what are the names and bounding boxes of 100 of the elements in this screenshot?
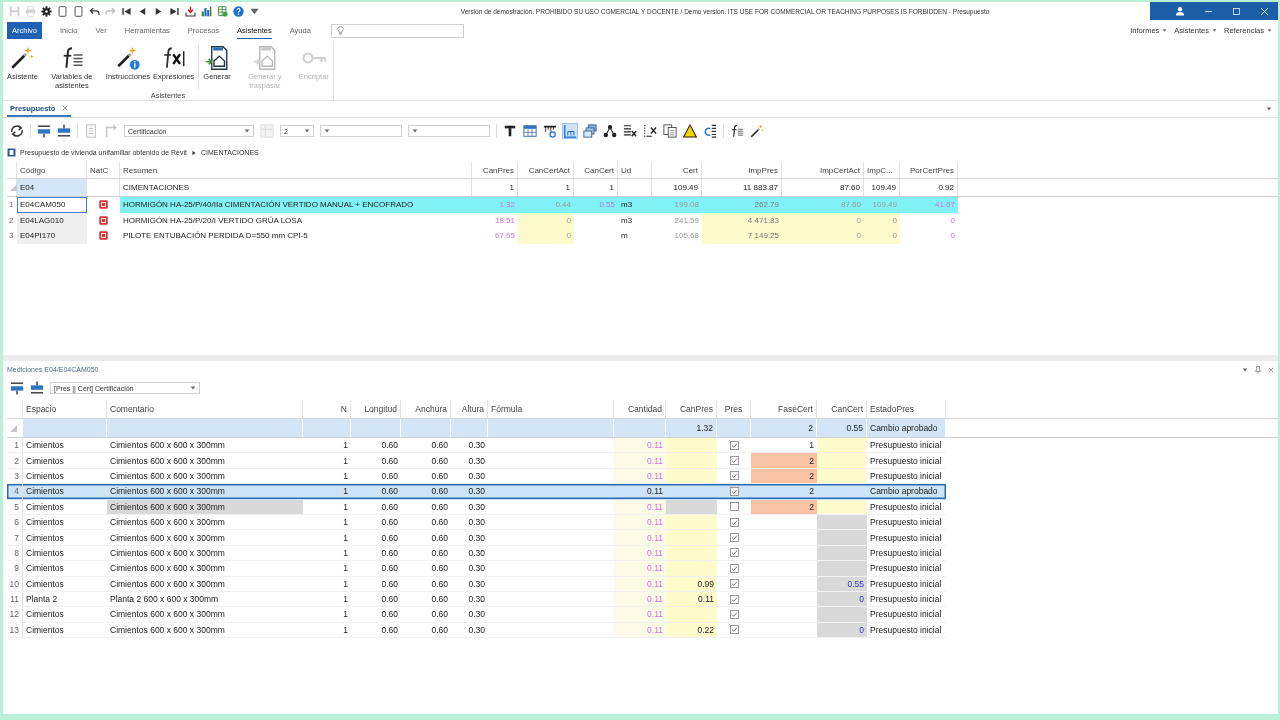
checkbox[interactable]	[729, 502, 739, 512]
table-icon[interactable]	[523, 124, 537, 138]
column-header[interactable]: Espacio	[23, 400, 107, 418]
checkbox[interactable]	[729, 456, 739, 466]
column-header[interactable]: Longitud	[351, 400, 401, 418]
checkbox[interactable]	[729, 486, 739, 496]
magic-wand-icon[interactable]	[750, 124, 764, 138]
gear-icon[interactable]	[41, 5, 52, 17]
table-row[interactable]: 5 Cimientos Cimientos 600 x 600 x 300mm 1 0.60 0.60 0.30 0.11 2 Presupuesto inicial	[7, 499, 946, 515]
row-number: 1	[7, 438, 23, 453]
table-row[interactable]: 9 Cimientos Cimientos 600 x 600 x 300mm 1 0.60 0.60 0.30 0.11 Presupuesto inicial	[7, 561, 946, 577]
caret-down-icon[interactable]	[1242, 366, 1248, 373]
column-header[interactable]: Código	[17, 162, 87, 178]
skip-forward-icon[interactable]	[169, 5, 180, 17]
column-header[interactable]: Anchura	[401, 400, 451, 418]
table-row[interactable]: 4 Cimientos Cimientos 600 x 600 x 300mm 1 0.60 0.60 0.30 0.11 2 Cambio aprobado	[7, 484, 946, 500]
close-icon[interactable]	[1268, 366, 1274, 373]
checkbox[interactable]	[729, 610, 739, 619]
table-cell: 109.49	[652, 179, 702, 196]
checkbox[interactable]	[729, 471, 739, 481]
column-header[interactable]: FaseCert	[751, 400, 817, 418]
pin-icon[interactable]	[1254, 365, 1262, 374]
undo-icon[interactable]	[89, 5, 100, 17]
column-header[interactable]: CanCert	[817, 400, 867, 418]
column-header[interactable]: CanPres	[472, 162, 518, 178]
column-header[interactable]: CanCertAct	[518, 162, 574, 178]
checkbox[interactable]	[729, 548, 739, 558]
column-header[interactable]: Cantidad	[614, 400, 666, 418]
table-row[interactable]: 10 Cimientos Cimientos 600 x 600 x 300mm 1 0.60 0.60 0.30 0.11 0.99 0.55 Presupuesto inicial	[7, 576, 946, 592]
caret-down-icon[interactable]	[1266, 106, 1272, 112]
table-cell-text: 105.68	[673, 230, 700, 243]
checkbox[interactable]	[729, 440, 739, 450]
ruler-icon[interactable]	[543, 124, 557, 138]
checkbox[interactable]	[729, 563, 739, 573]
copy-icon[interactable]	[663, 124, 677, 138]
column-header[interactable]: ImpC...	[864, 162, 900, 178]
table-row[interactable]: 2 Cimientos Cimientos 600 x 600 x 300mm 1 0.60 0.60 0.30 0.11 2 Presupuesto inicial	[7, 453, 946, 469]
page-icon[interactable]	[73, 5, 84, 17]
bars-icon[interactable]	[703, 124, 717, 138]
function-list-icon[interactable]	[730, 124, 744, 138]
column-header[interactable]: Altura	[451, 400, 488, 418]
column-header[interactable]: EstadoPres	[867, 400, 946, 418]
table-row[interactable]: 6 Cimientos Cimientos 600 x 600 x 300mm 1 0.60 0.60 0.30 0.11 Presupuesto inicial	[7, 514, 946, 531]
column-header[interactable]: Pres	[717, 400, 751, 418]
nodes-icon[interactable]	[603, 124, 617, 138]
table-cell-text: 1	[342, 546, 349, 560]
table-row[interactable]: 11 Planta 2 Planta 2 600 x 600 x 300mm 1 0.60 0.60 0.30 0.11 0.11 0 Presupuesto inicial	[7, 591, 946, 608]
close-icon[interactable]	[62, 105, 69, 111]
row-number: 4	[7, 484, 23, 499]
row-number: 10	[7, 576, 23, 591]
download-icon[interactable]	[185, 5, 196, 17]
skip-back-icon[interactable]	[121, 5, 132, 17]
insert-row-icon[interactable]	[57, 124, 71, 138]
user-icon[interactable]	[1175, 6, 1186, 16]
column-header[interactable]: Resumen	[120, 162, 472, 178]
column-header[interactable]: CanPres	[666, 400, 717, 418]
checkbox[interactable]	[729, 625, 739, 635]
table-cell: 0.55	[574, 197, 618, 213]
list-delete-icon[interactable]	[623, 124, 637, 138]
column-header[interactable]: ImpCertAct	[782, 162, 864, 178]
column-header[interactable]: Ud	[618, 162, 652, 178]
warning-icon[interactable]	[683, 124, 697, 138]
spreadsheet-icon[interactable]	[217, 5, 228, 17]
table-cell-text: 0.60	[380, 562, 399, 576]
column-header[interactable]: Fórmula	[488, 400, 614, 418]
checkbox[interactable]	[729, 517, 739, 527]
column-header[interactable]: NatC	[87, 162, 120, 178]
table-row[interactable]: 13 Cimientos Cimientos 600 x 600 x 300mm 1 0.60 0.60 0.30 0.11 0.22 0 Presupuesto inicial	[7, 622, 946, 639]
column-header[interactable]: CanCert	[574, 162, 618, 178]
table-cell: 0.11	[614, 561, 666, 576]
table-cell-text: 1	[342, 516, 349, 530]
table-row[interactable]: 7 Cimientos Cimientos 600 x 600 x 300mm 1 0.60 0.60 0.30 0.11 Presupuesto inicial	[7, 530, 946, 546]
corner-triangle-icon	[10, 424, 17, 432]
column-header[interactable]: ImpPres	[702, 162, 782, 178]
checkbox[interactable]	[729, 594, 739, 604]
dashed-delete-icon[interactable]	[643, 124, 657, 138]
insert-row-icon[interactable]	[37, 124, 51, 138]
table-cell: 199.08	[652, 197, 702, 213]
table-row[interactable]: 8 Cimientos Cimientos 600 x 600 x 300mm 1 0.60 0.60 0.30 0.11 Presupuesto inicial	[7, 545, 946, 562]
text-format-icon[interactable]	[503, 124, 517, 138]
insert-row-icon[interactable]	[30, 381, 44, 395]
bar-chart-icon[interactable]	[201, 5, 212, 17]
column-header[interactable]: N	[303, 400, 351, 418]
line-measure-icon[interactable]	[563, 124, 577, 138]
table-cell-text: 0.30	[467, 546, 486, 560]
page-icon[interactable]	[57, 5, 68, 17]
help-icon[interactable]	[233, 5, 244, 17]
layers-icon[interactable]	[583, 124, 597, 138]
search-field[interactable]	[330, 23, 464, 38]
refresh-icon[interactable]	[10, 124, 24, 138]
maximize-icon[interactable]	[1231, 6, 1241, 16]
table-cell	[451, 419, 488, 437]
checkbox[interactable]	[729, 579, 739, 589]
table-row[interactable]: 12 Cimientos Cimientos 600 x 600 x 300mm 1 0.60 0.60 0.30 0.11 Presupuesto inicial	[7, 607, 946, 623]
column-header[interactable]: Comentario	[107, 400, 303, 418]
column-header[interactable]: Cert	[652, 162, 702, 178]
checkbox[interactable]	[729, 533, 739, 543]
table-row[interactable]: 1 Cimientos Cimientos 600 x 600 x 300mm 1 0.60 0.60 0.30 0.11 1 Presupuesto inicial	[7, 438, 946, 454]
insert-row-icon[interactable]	[10, 381, 24, 395]
column-header[interactable]: PorCertPres	[900, 162, 958, 178]
